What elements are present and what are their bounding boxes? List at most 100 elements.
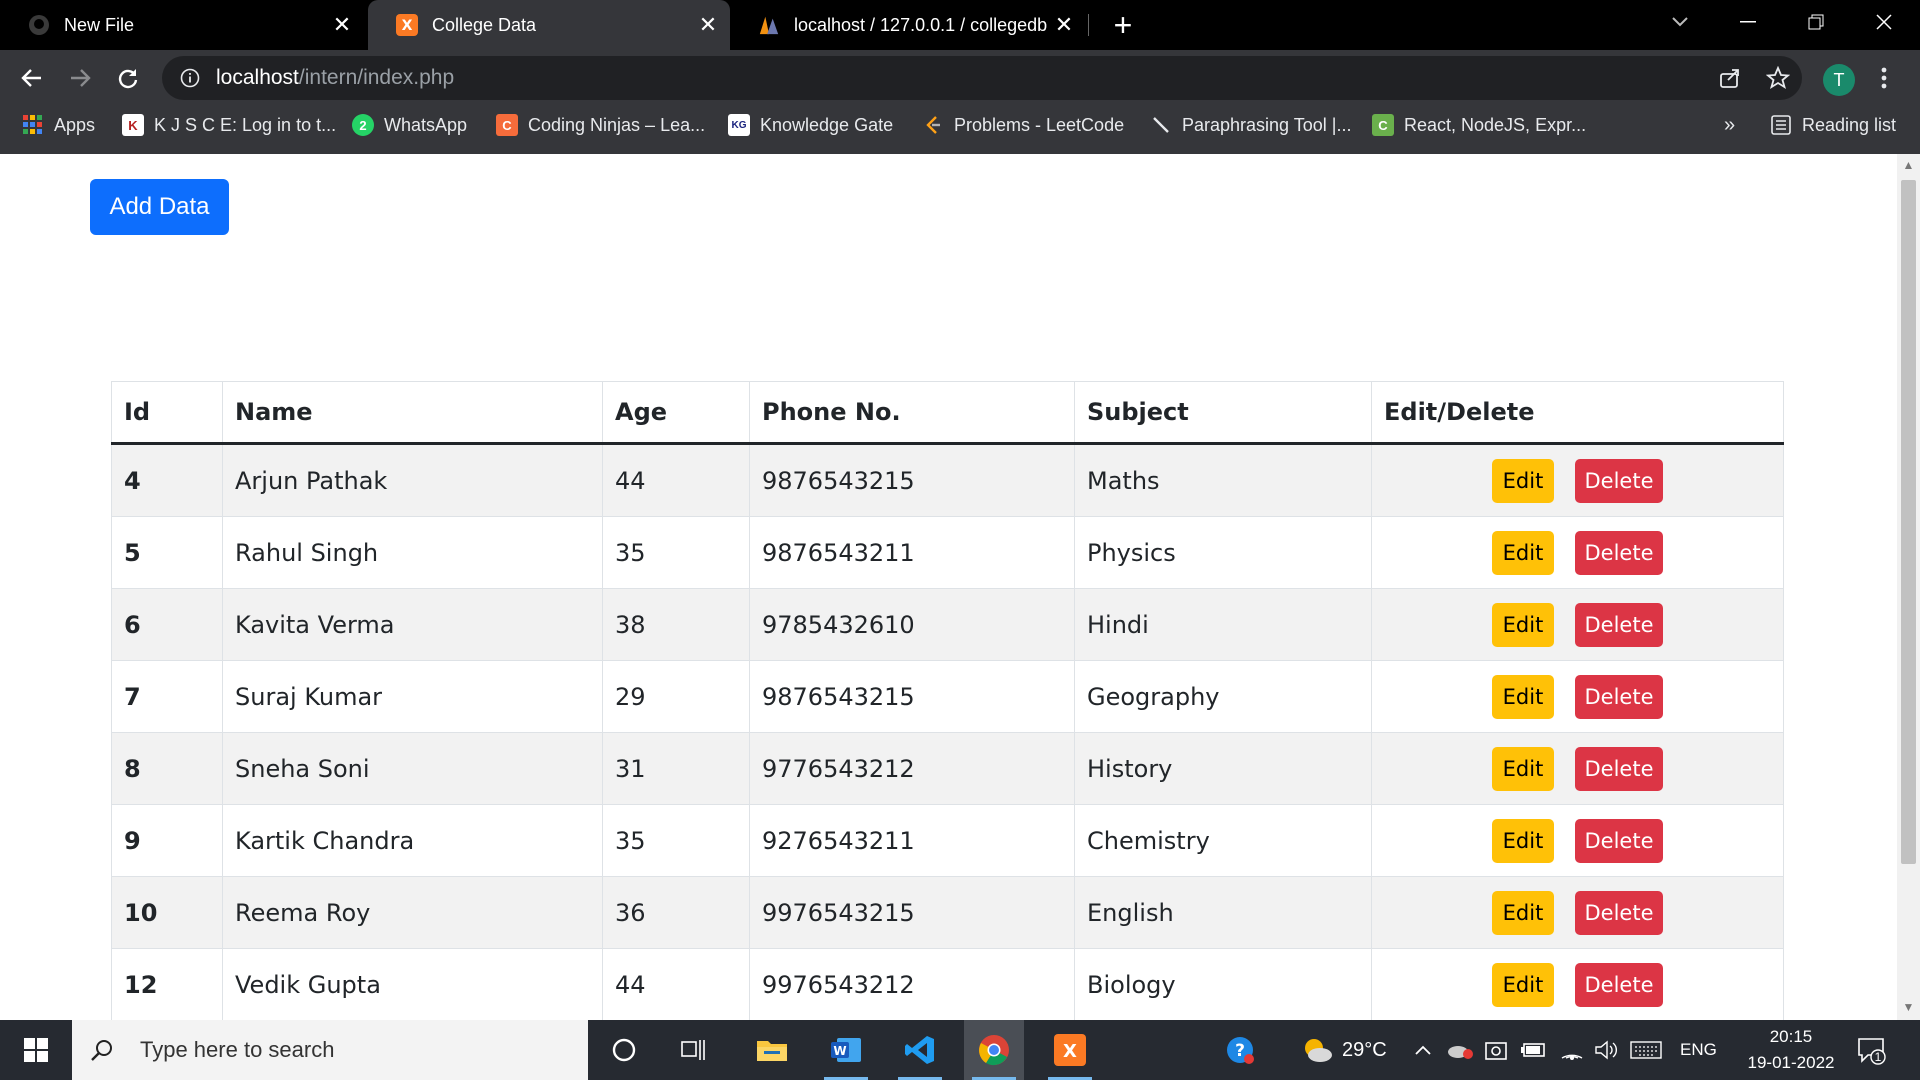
cell-subject: Biology xyxy=(1074,948,1372,1020)
bookmark-kjsce[interactable]: K K J S C E: Log in to t... xyxy=(122,106,336,144)
weather-temperature: 29°C xyxy=(1342,1038,1387,1061)
tab-phpmyadmin[interactable]: localhost / 127.0.0.1 / collegedb ✕ xyxy=(730,0,1086,50)
edit-button[interactable]: Edit xyxy=(1492,962,1554,1007)
tab-new-file[interactable]: New File ✕ xyxy=(0,0,364,50)
bookmark-label: WhatsApp xyxy=(384,114,468,135)
delete-button[interactable]: Delete xyxy=(1575,602,1663,647)
bookmark-star-icon[interactable] xyxy=(1765,65,1791,95)
react-node-icon: C xyxy=(1372,114,1394,136)
system-clock[interactable]: 20:15 19-01-2022 xyxy=(1746,1024,1836,1076)
reload-button[interactable] xyxy=(110,60,146,96)
menu-kebab-icon[interactable] xyxy=(1880,66,1888,95)
edit-button[interactable]: Edit xyxy=(1492,746,1554,791)
scrollbar-thumb[interactable] xyxy=(1901,180,1916,864)
xampp-icon: X xyxy=(396,14,418,36)
table-row: 7 Suraj Kumar 29 9876543215 Geography Edit Del… xyxy=(111,660,1784,733)
xampp-taskbar-icon[interactable]: X xyxy=(1040,1020,1100,1080)
delete-button[interactable]: Delete xyxy=(1575,458,1663,503)
edit-button[interactable]: Edit xyxy=(1492,530,1554,575)
arrow-right-icon xyxy=(71,69,91,87)
taskbar-search-box[interactable]: Type here to search xyxy=(72,1020,588,1080)
onedrive-icon[interactable] xyxy=(1446,1020,1474,1080)
task-view-icon[interactable] xyxy=(664,1020,724,1080)
table-row: 6 Kavita Verma 38 9785432610 Hindi Edit Delete xyxy=(111,588,1784,661)
vscode-icon[interactable] xyxy=(890,1020,950,1080)
restore-button[interactable] xyxy=(1786,0,1846,44)
cell-age: 31 xyxy=(602,732,750,805)
show-hidden-icons-chevron-icon[interactable] xyxy=(1414,1020,1432,1080)
cell-phone: 9785432610 xyxy=(749,588,1075,661)
bookmark-whatsapp[interactable]: 2 WhatsApp xyxy=(352,106,467,144)
tab-college-data[interactable]: X College Data ✕ xyxy=(368,0,730,50)
word-icon[interactable]: W xyxy=(816,1020,876,1080)
edit-button[interactable]: Edit xyxy=(1492,674,1554,719)
cell-age: 35 xyxy=(602,804,750,877)
scroll-up-arrow-icon[interactable]: ▲ xyxy=(1901,158,1916,172)
volume-icon[interactable] xyxy=(1594,1020,1618,1080)
url-text: localhost/intern/index.php xyxy=(216,66,454,90)
bookmark-apps[interactable]: Apps xyxy=(22,106,95,144)
new-tab-button[interactable]: + xyxy=(1106,7,1140,43)
minimize-button[interactable] xyxy=(1718,0,1778,44)
cell-actions: Edit Delete xyxy=(1371,516,1784,589)
table-row: 12 Vedik Gupta 44 9976543212 Biology Edit Dele… xyxy=(111,948,1784,1020)
bookmark-label: Apps xyxy=(54,114,96,135)
edit-button[interactable]: Edit xyxy=(1492,890,1554,935)
edit-button[interactable]: Edit xyxy=(1492,458,1554,503)
bookmark-coding-ninjas[interactable]: C Coding Ninjas – Lea... xyxy=(496,106,705,144)
windows-start-button[interactable] xyxy=(0,1020,72,1080)
close-icon[interactable]: ✕ xyxy=(696,12,720,37)
edit-button[interactable]: Edit xyxy=(1492,818,1554,863)
delete-button[interactable]: Delete xyxy=(1575,962,1663,1007)
camera-app-icon[interactable] xyxy=(1484,1020,1508,1080)
bookmark-label: Knowledge Gate xyxy=(760,114,894,135)
delete-button[interactable]: Delete xyxy=(1575,746,1663,791)
scroll-down-arrow-icon[interactable]: ▼ xyxy=(1901,1000,1916,1014)
bookmark-knowledge-gate[interactable]: KG Knowledge Gate xyxy=(728,106,893,144)
info-icon[interactable] xyxy=(178,66,202,90)
add-data-button[interactable]: Add Data xyxy=(90,179,229,235)
cell-age: 44 xyxy=(602,948,750,1020)
close-icon[interactable]: ✕ xyxy=(1052,12,1076,37)
weather-widget[interactable]: 29°C xyxy=(1300,1020,1387,1080)
table-row: 8 Sneha Soni 31 9776543212 History Edit Delete xyxy=(111,732,1784,805)
cell-age: 29 xyxy=(602,660,750,733)
close-window-button[interactable] xyxy=(1854,0,1914,44)
cell-age: 36 xyxy=(602,876,750,949)
delete-button[interactable]: Delete xyxy=(1575,530,1663,575)
cell-id: 6 xyxy=(111,588,223,661)
keyboard-icon[interactable] xyxy=(1630,1020,1662,1080)
forward-button[interactable] xyxy=(62,60,98,96)
address-bar[interactable]: localhost/intern/index.php xyxy=(162,56,1802,100)
bookmarks-overflow-button[interactable]: » xyxy=(1724,106,1735,144)
chrome-icon[interactable] xyxy=(964,1020,1024,1080)
bookmark-paraphrasing[interactable]: Paraphrasing Tool |... xyxy=(1150,106,1351,144)
cortana-icon[interactable] xyxy=(594,1020,654,1080)
wifi-icon[interactable] xyxy=(1560,1020,1584,1080)
battery-icon[interactable] xyxy=(1520,1020,1546,1080)
delete-button[interactable]: Delete xyxy=(1575,818,1663,863)
back-button[interactable] xyxy=(14,60,50,96)
file-explorer-icon[interactable] xyxy=(742,1020,802,1080)
page-scrollbar[interactable]: ▲ ▼ xyxy=(1897,154,1920,1020)
delete-button[interactable]: Delete xyxy=(1575,674,1663,719)
column-header-age: Age xyxy=(602,381,750,445)
edit-button[interactable]: Edit xyxy=(1492,602,1554,647)
profile-avatar[interactable]: T xyxy=(1823,64,1855,96)
tab-search-chevron-icon[interactable] xyxy=(1650,0,1710,44)
weather-sun-icon xyxy=(1300,1035,1334,1065)
notification-center-icon[interactable]: 1 xyxy=(1856,1020,1886,1080)
reading-list-button[interactable]: Reading list xyxy=(1770,106,1896,144)
tab-title: New File xyxy=(64,14,135,35)
cell-name: Suraj Kumar xyxy=(222,660,603,733)
cell-phone: 9876543211 xyxy=(749,516,1075,589)
share-icon[interactable] xyxy=(1718,66,1742,95)
bookmark-leetcode[interactable]: Problems - LeetCode xyxy=(922,106,1124,144)
input-language[interactable]: ENG xyxy=(1680,1020,1717,1080)
bookmark-react-node[interactable]: C React, NodeJS, Expr... xyxy=(1372,106,1586,144)
browser-toolbar: localhost/intern/index.php xyxy=(0,50,1920,106)
delete-button[interactable]: Delete xyxy=(1575,890,1663,935)
kjsce-icon: K xyxy=(122,114,144,136)
close-icon[interactable]: ✕ xyxy=(330,12,354,37)
help-icon[interactable]: ? xyxy=(1210,1020,1270,1080)
